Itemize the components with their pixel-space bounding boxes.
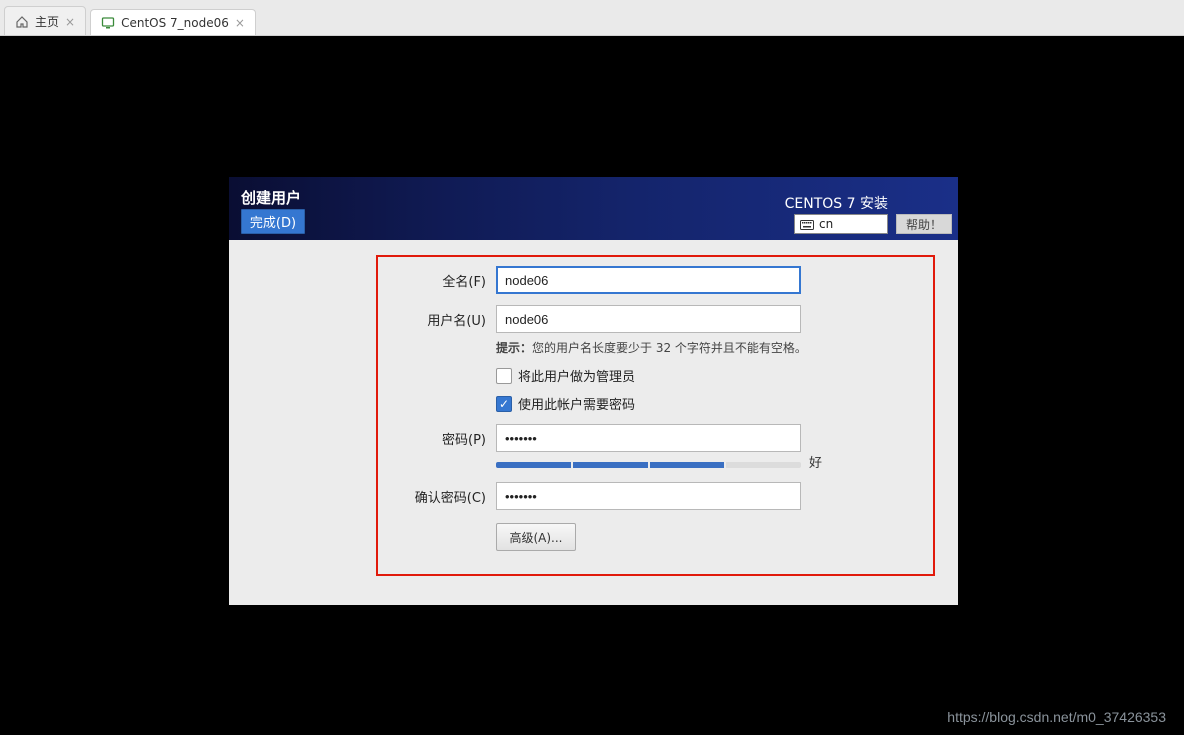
advanced-button[interactable]: 高级(A)... (496, 523, 576, 551)
tab-home[interactable]: 主页 × (4, 6, 86, 36)
keyboard-icon (800, 219, 814, 229)
hint-prefix: 提示： (496, 341, 532, 355)
done-button[interactable]: 完成(D) (241, 209, 305, 234)
tab-home-label: 主页 (35, 13, 59, 30)
home-icon (15, 15, 29, 29)
make-admin-checkbox[interactable] (496, 368, 512, 384)
username-hint: 提示：您的用户名长度要少于 32 个字符并且不能有空格。 (496, 339, 926, 356)
installer-window: 创建用户 完成(D) CENTOS 7 安装 cn 帮助！ 全名(F) 用户名(… (229, 177, 958, 605)
installer-header: 创建用户 完成(D) CENTOS 7 安装 cn 帮助！ (229, 177, 958, 240)
keyboard-layout-value: cn (819, 217, 833, 231)
fullname-input[interactable] (496, 266, 801, 294)
username-input[interactable] (496, 305, 801, 333)
password-label: 密码(P) (386, 429, 496, 448)
password-strength-label: 好 (809, 452, 822, 471)
password-strength-meter (496, 462, 801, 468)
hint-text: 您的用户名长度要少于 32 个字符并且不能有空格。 (532, 341, 807, 355)
tab-bar: 主页 × CentOS 7_node06 × (0, 0, 1184, 36)
installer-brand: CENTOS 7 安装 (785, 193, 888, 213)
monitor-icon (101, 16, 115, 30)
watermark-text: https://blog.csdn.net/m0_37426353 (947, 709, 1166, 725)
keyboard-layout-selector[interactable]: cn (794, 214, 888, 234)
confirm-password-input[interactable] (496, 482, 801, 510)
make-admin-label: 将此用户做为管理员 (518, 366, 635, 385)
close-icon[interactable]: × (235, 16, 245, 30)
close-icon[interactable]: × (65, 15, 75, 29)
tab-vm[interactable]: CentOS 7_node06 × (90, 9, 256, 36)
require-password-label: 使用此帐户需要密码 (518, 394, 635, 413)
username-label: 用户名(U) (386, 310, 496, 329)
create-user-form: 全名(F) 用户名(U) 提示：您的用户名长度要少于 32 个字符并且不能有空格… (386, 266, 926, 551)
tab-vm-label: CentOS 7_node06 (121, 16, 229, 30)
confirm-password-label: 确认密码(C) (386, 487, 496, 506)
page-title: 创建用户 (241, 187, 301, 208)
help-button[interactable]: 帮助！ (896, 214, 952, 234)
fullname-label: 全名(F) (386, 271, 496, 290)
vm-viewport: 创建用户 完成(D) CENTOS 7 安装 cn 帮助！ 全名(F) 用户名(… (0, 36, 1184, 735)
require-password-checkbox[interactable]: ✓ (496, 396, 512, 412)
password-input[interactable] (496, 424, 801, 452)
